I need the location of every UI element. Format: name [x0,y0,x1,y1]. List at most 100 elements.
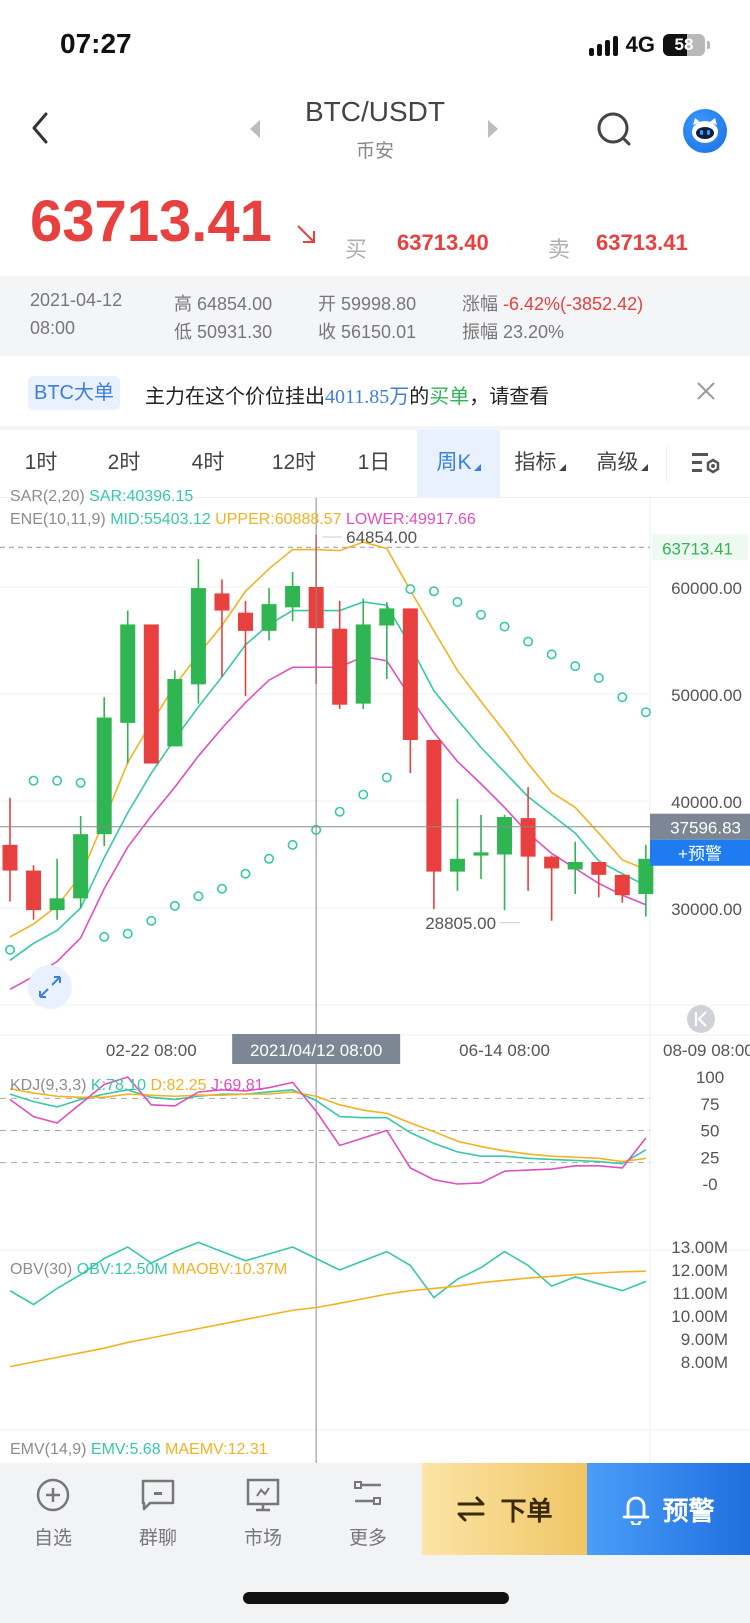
y-tick-label: 50000.00 [671,686,742,705]
candle-up [190,588,206,685]
settings-list-icon [692,453,720,474]
chart-settings-button[interactable] [690,450,722,478]
tab-advanced[interactable]: 高级 [582,430,662,498]
search-button[interactable] [595,110,635,150]
y-tick-label: 30000.00 [671,900,742,919]
sar-dot [193,891,204,902]
ohlc-high: 高 64854.00 [174,294,273,314]
candle-up [120,624,136,723]
plus-circle-icon [36,1478,70,1512]
previous-pair-button[interactable] [250,120,260,138]
candle-down [332,628,348,705]
tab-weekly[interactable]: 周K [417,430,500,498]
x-tick-label: 06-14 08:00 [459,1041,550,1060]
candle-up [49,898,65,911]
candle-down [426,740,442,872]
scroll-to-latest-button[interactable] [687,1005,715,1033]
candle-down [214,593,230,611]
tab-indicators[interactable]: 指标 [500,430,580,498]
fullscreen-button[interactable] [28,965,72,1009]
low-marker-label: 28805.00 [425,914,496,933]
sar-dot [146,915,157,926]
chat-icon [141,1479,175,1511]
swap-arrows-icon [457,1496,485,1522]
nav-more[interactable]: 更多 [323,1463,413,1555]
battery-icon: 58 [663,34,705,56]
sar-dot [75,777,86,788]
x-tick-label: 02-22 08:00 [106,1041,197,1060]
sell-label: 卖 [548,237,571,262]
candle-up [449,858,465,872]
sar-dot [358,789,369,800]
candle-up [379,608,395,626]
sar-dot [381,772,392,783]
buy-label: 买 [345,237,368,262]
close-icon[interactable] [695,380,717,402]
candle-down [614,874,630,896]
status-time: 07:27 [60,28,132,59]
sar-dot [334,806,345,817]
back-button[interactable] [28,110,58,150]
sar-dot [452,596,463,607]
sar-dot [264,853,275,864]
nav-watchlist[interactable]: 自选 [8,1463,98,1555]
ohlc-date: 2021-04-12 [30,290,123,310]
sar-dot [617,692,628,703]
sar-dot [546,649,557,660]
candle-up [567,861,583,870]
place-order-button[interactable]: 下单 [422,1463,587,1555]
pair-title: BTC/USDT [305,96,445,127]
market-monitor-icon [246,1478,280,1512]
price-alert-button[interactable]: 预警 [587,1463,750,1555]
dropdown-triangle-icon [473,464,481,471]
battery-level: 58 [674,35,694,54]
notice-tag: BTC大单 [28,376,120,410]
sar-dot [28,775,39,786]
home-indicator [243,1592,509,1604]
assistant-bot-button[interactable] [683,109,727,153]
ohlc-low: 低 50931.30 [174,322,273,342]
status-bar: 07:27 4G 58 [0,0,750,90]
ene-legend: ENE(10,11,9) MID:55403.12 UPPER:60888.57… [10,511,476,528]
y-tick-label: 40000.00 [671,793,742,812]
kline-chart[interactable]: 60000.00 50000.00 40000.00 30000.00 63713.41… [0,498,750,1463]
chevron-left-icon [32,112,48,144]
candle-up [261,604,277,631]
sar-dot [428,586,439,597]
kdj-tick-label: 75 [701,1095,720,1114]
sar-dot [99,931,110,942]
kdj-d-line [9,1087,646,1163]
x-tick-label: 08-09 08:00 [663,1041,750,1060]
more-sliders-icon [354,1481,381,1505]
robot-icon [692,118,718,143]
kdj-tick-label: -0 [702,1175,717,1194]
bell-icon [623,1496,650,1525]
obv-tick-label: 12.00M [671,1261,728,1280]
ohlc-time: 08:00 [30,318,76,338]
obv-tick-label: 11.00M [673,1284,728,1303]
kdj-tick-label: 25 [701,1148,720,1167]
candle-down [544,856,560,869]
sar-dot [405,584,416,595]
ohlc-change: 涨幅 -6.42%(-3852.42) [462,294,644,314]
large-order-notice[interactable]: BTC大单 主力在这个价位挂出4011.85万的买单，请查看 [0,362,750,424]
sar-dot [5,944,15,955]
sar-dot [169,900,180,911]
tab-1d[interactable]: 1日 [336,430,412,498]
crosshair-time-tag: 2021/04/12 08:00 [250,1041,382,1060]
ohlc-panel: 2021-04-12 08:00 高 64854.00 低 50931.30 开… [0,276,750,356]
crosshair-price-tag: 37596.83 [670,819,741,838]
arrow-down-right-icon [297,225,315,243]
sar-dot [570,661,581,672]
obv-tick-label: 13.00M [671,1238,728,1257]
sar-dot [287,839,298,850]
candle-up [473,852,489,856]
nav-market[interactable]: 市场 [218,1463,308,1555]
nav-group-chat[interactable]: 群聊 [113,1463,203,1555]
tab-12h[interactable]: 12时 [252,430,336,498]
nav-header: BTC/USDT 币安 [0,90,750,180]
obv-tick-label: 10.00M [671,1307,728,1326]
next-pair-button[interactable] [488,120,498,138]
last-price-tag: 63713.41 [662,539,733,558]
candle-up [96,717,112,835]
